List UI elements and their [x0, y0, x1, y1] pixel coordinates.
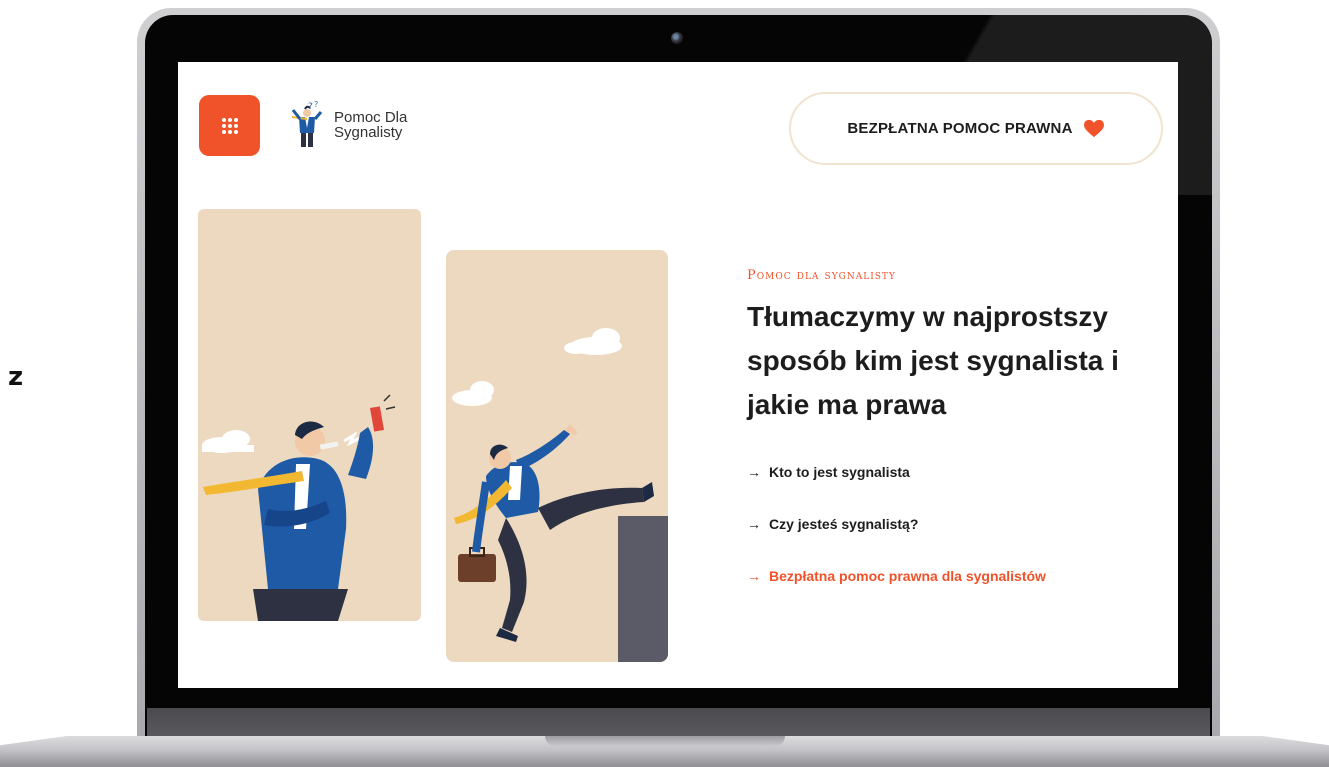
laptop-chin [147, 708, 1210, 738]
hero-headline: Tłumaczymy w najprostszy sposób kim jest… [747, 301, 1119, 420]
logo-line-2: Sygnalisty [334, 124, 403, 141]
arrow-right-icon: → [747, 516, 761, 532]
heart-icon [1083, 119, 1104, 138]
link-are-you-whistleblower[interactable]: → Czy jesteś sygnalistą? [747, 516, 918, 532]
link-label: Czy jesteś sygnalistą? [769, 516, 919, 532]
whistleblower-logo-icon: ? ? [291, 100, 323, 147]
link-label: Kto to jest sygnalista [769, 464, 910, 480]
cta-label: BEZPŁATNA POMOC PRAWNA [847, 120, 1073, 137]
link-free-legal-help[interactable]: → Bezpłatna pomoc prawna dla sygnalistów [747, 568, 1046, 584]
menu-button[interactable] [199, 95, 260, 156]
arrow-right-icon: → [747, 464, 761, 480]
free-legal-help-button[interactable]: BEZPŁATNA POMOC PRAWNA [789, 92, 1163, 165]
website-screen: ? ? Pomoc Dla Sygnalisty BEZPŁATNA POMOC… [178, 62, 1178, 688]
side-text-fragment: z [8, 362, 24, 392]
logo-line-1: Pomoc Dla [334, 109, 408, 126]
webcam [671, 32, 683, 44]
laptop-notch [545, 736, 785, 746]
svg-text:?: ? [314, 100, 318, 109]
site-logo[interactable]: ? ? Pomoc Dla Sygnalisty [288, 100, 407, 150]
link-label: Bezpłatna pomoc prawna dla sygnalistów [769, 568, 1046, 584]
section-eyebrow: Pomoc dla sygnalisty [747, 268, 896, 283]
menu-grid-icon [221, 117, 238, 134]
arrow-right-icon: → [747, 568, 761, 584]
illustration-falling-man [446, 250, 668, 662]
link-who-is-whistleblower[interactable]: → Kto to jest sygnalista [747, 464, 910, 480]
illustration-whistleblower [198, 209, 421, 621]
